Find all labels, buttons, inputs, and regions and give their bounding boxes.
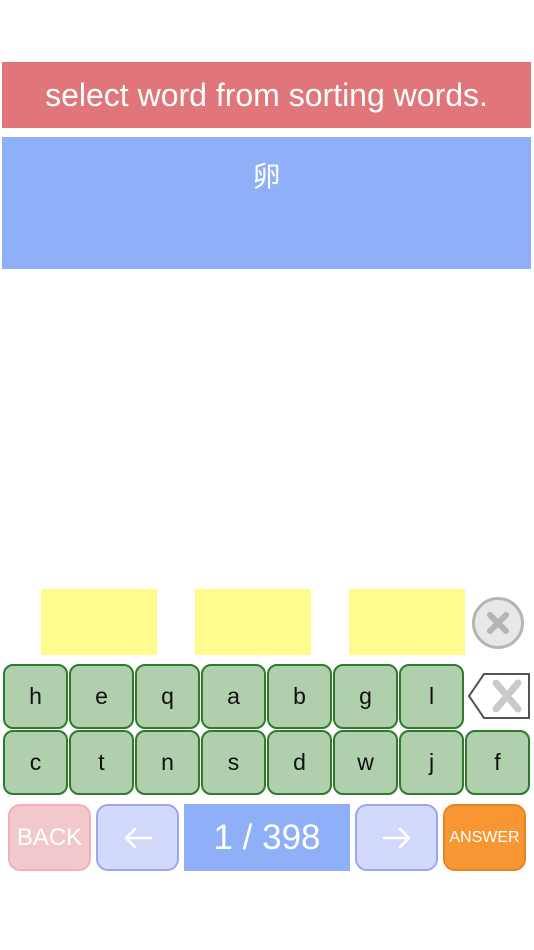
key-s[interactable]: s (201, 730, 266, 795)
arrow-left-icon (124, 827, 152, 848)
key-g[interactable]: g (333, 664, 398, 729)
answer-slot-1[interactable] (41, 589, 157, 655)
clear-circle-x-icon (487, 612, 509, 634)
key-q[interactable]: q (135, 664, 200, 729)
key-j[interactable]: j (399, 730, 464, 795)
key-b[interactable]: b (267, 664, 332, 729)
key-a[interactable]: a (201, 664, 266, 729)
key-f[interactable]: f (465, 730, 530, 795)
instruction-banner: select word from sorting words. (2, 62, 531, 128)
next-button[interactable] (355, 804, 438, 871)
previous-button[interactable] (96, 804, 179, 871)
key-h[interactable]: h (3, 664, 68, 729)
key-t[interactable]: t (69, 730, 134, 795)
key-w[interactable]: w (333, 730, 398, 795)
answer-button[interactable]: ANSWER (443, 804, 526, 871)
back-button[interactable]: BACK (8, 804, 91, 871)
answer-slot-2[interactable] (195, 589, 311, 655)
question-counter: 1 / 398 (184, 804, 350, 871)
key-e[interactable]: e (69, 664, 134, 729)
key-l[interactable]: l (399, 664, 464, 729)
key-c[interactable]: c (3, 730, 68, 795)
key-n[interactable]: n (135, 730, 200, 795)
key-d[interactable]: d (267, 730, 332, 795)
clear-button[interactable] (472, 597, 524, 649)
question-panel: 卵 (2, 137, 531, 269)
answer-slot-3[interactable] (349, 589, 465, 655)
backspace-button[interactable] (466, 671, 532, 721)
arrow-right-icon (382, 827, 410, 848)
backspace-icon (467, 673, 530, 719)
